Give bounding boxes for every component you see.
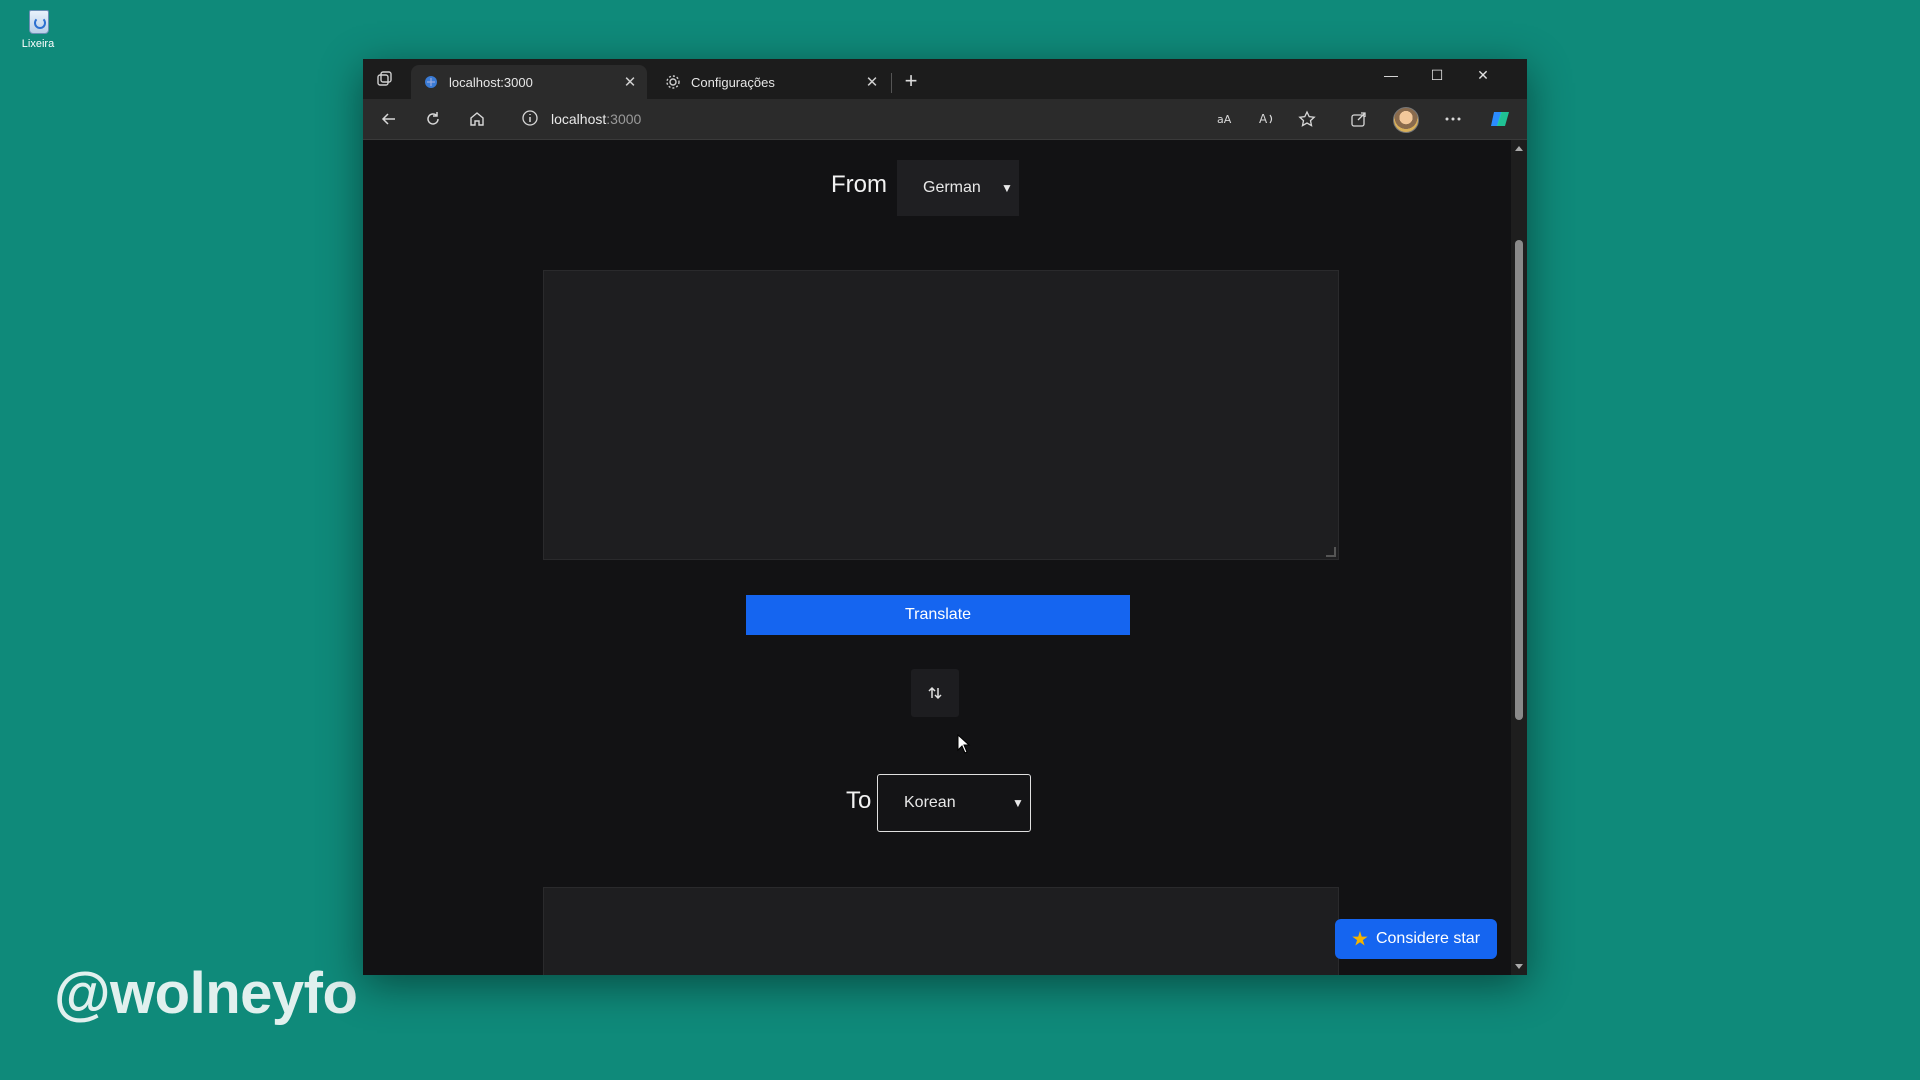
address-host: localhost: [551, 111, 607, 127]
source-text-area[interactable]: [543, 270, 1339, 560]
from-language-select[interactable]: German ▼: [897, 160, 1019, 216]
scrollbar-thumb[interactable]: [1515, 240, 1523, 720]
to-language-value: Korean: [904, 794, 956, 811]
tab-actions-icon[interactable]: [375, 70, 393, 88]
back-arrow-icon[interactable]: [375, 105, 403, 133]
translate-page-icon[interactable]: aA: [1213, 105, 1241, 133]
profile-avatar[interactable]: [1393, 107, 1419, 133]
gear-icon: [665, 74, 681, 90]
browser-window: localhost:3000 ✕ Configurações ✕ + — ☐ ✕: [363, 59, 1527, 975]
page-viewport: From German ▼ Translate To Korean ▼ Cons…: [363, 140, 1511, 975]
recycle-bin-shortcut[interactable]: Lixeira: [14, 6, 62, 50]
share-icon[interactable]: [1345, 105, 1373, 133]
refresh-icon[interactable]: [419, 105, 447, 133]
svg-text:A: A: [1259, 112, 1268, 126]
star-icon: [1352, 931, 1368, 946]
scroll-up-icon[interactable]: [1515, 146, 1523, 151]
browser-toolbar: localhost:3000 aA A: [363, 99, 1527, 140]
favorite-star-icon[interactable]: [1293, 105, 1321, 133]
svg-text:aA: aA: [1217, 113, 1232, 126]
read-aloud-icon[interactable]: A: [1253, 105, 1281, 133]
page-favicon-icon: [423, 74, 439, 90]
tab-title: Configurações: [691, 74, 775, 90]
star-button-label: Considere star: [1375, 930, 1481, 947]
resize-handle-icon[interactable]: [1326, 547, 1336, 557]
from-label: From: [831, 171, 887, 198]
watermark-text: @wolneyfo: [54, 961, 358, 1026]
swap-vertical-icon: [928, 686, 942, 700]
mouse-cursor-icon: [957, 734, 971, 754]
chevron-down-icon: ▼: [1012, 796, 1024, 810]
scroll-down-icon[interactable]: [1515, 964, 1523, 969]
translation-output-area: [543, 887, 1339, 975]
close-window-button[interactable]: ✕: [1460, 59, 1506, 91]
address-bar[interactable]: localhost:3000: [507, 103, 1207, 135]
to-language-select[interactable]: Korean ▼: [877, 774, 1031, 832]
consider-star-button[interactable]: Considere star: [1335, 919, 1497, 959]
close-tab-icon[interactable]: ✕: [861, 73, 883, 91]
from-language-value: German: [923, 179, 981, 196]
home-icon[interactable]: [463, 105, 491, 133]
new-tab-button[interactable]: +: [897, 67, 925, 95]
tab-title: localhost:3000: [449, 74, 533, 90]
tab-divider: [891, 73, 892, 93]
minimize-button[interactable]: —: [1368, 59, 1414, 91]
more-options-icon[interactable]: [1439, 105, 1467, 133]
close-tab-icon[interactable]: ✕: [619, 73, 641, 91]
swap-languages-button[interactable]: [911, 669, 959, 717]
tab-bar: localhost:3000 ✕ Configurações ✕ + — ☐ ✕: [363, 59, 1527, 99]
copilot-icon[interactable]: [1486, 105, 1514, 133]
address-port: :3000: [606, 111, 642, 127]
tab-localhost[interactable]: localhost:3000 ✕: [411, 65, 647, 99]
maximize-button[interactable]: ☐: [1414, 59, 1460, 91]
site-info-icon[interactable]: [521, 109, 541, 129]
tab-configuracoes[interactable]: Configurações ✕: [653, 65, 889, 99]
translate-button[interactable]: Translate: [746, 595, 1130, 635]
to-label: To: [846, 787, 872, 814]
recycle-bin-label: Lixeira: [21, 38, 55, 50]
chevron-down-icon: ▼: [1001, 181, 1013, 195]
page-scrollbar[interactable]: [1511, 140, 1527, 975]
recycle-bin-icon: [25, 6, 51, 34]
